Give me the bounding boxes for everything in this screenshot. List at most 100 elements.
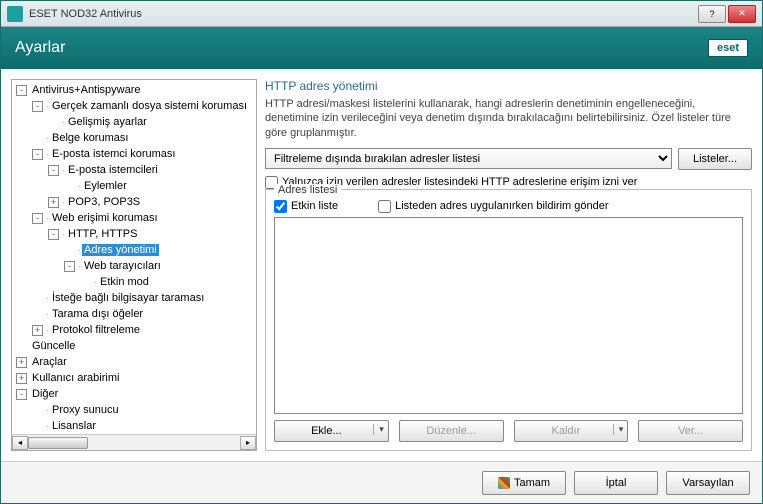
collapse-icon[interactable]: - xyxy=(64,261,75,272)
tree-item[interactable]: -·Web tarayıcıları xyxy=(12,258,256,274)
tree-spacer xyxy=(32,421,43,432)
tree-item-label: Protokol filtreleme xyxy=(50,324,142,336)
tree-connector: · xyxy=(78,261,80,271)
tree-item-label: Tarama dışı öğeler xyxy=(50,308,145,320)
tree-spacer xyxy=(32,133,43,144)
settings-tree[interactable]: -Antivirus+Antispyware-·Gerçek zamanlı d… xyxy=(12,80,256,434)
notify-row[interactable]: Listeden adres uygulanırken bildirim gön… xyxy=(378,200,608,213)
tree-item-label: Eylemler xyxy=(82,180,129,192)
tree-item[interactable]: +·Protokol filtreleme xyxy=(12,322,256,338)
uac-shield-icon xyxy=(498,477,510,489)
tree-item[interactable]: ·Proxy sunucu xyxy=(12,402,256,418)
tree-item[interactable]: -·Gerçek zamanlı dosya sistemi koruması xyxy=(12,98,256,114)
lists-button[interactable]: Listeler... xyxy=(678,148,752,170)
collapse-icon[interactable]: - xyxy=(32,213,43,224)
expand-icon[interactable]: + xyxy=(48,197,59,208)
tree-item[interactable]: +Kullanıcı arabirimi xyxy=(12,370,256,386)
tree-item[interactable]: +Araçlar xyxy=(12,354,256,370)
expand-icon[interactable]: + xyxy=(16,373,27,384)
tree-scrollbar[interactable]: ◂ ▸ xyxy=(12,434,256,450)
tree-spacer xyxy=(32,405,43,416)
help-button[interactable]: ? xyxy=(698,5,726,23)
collapse-icon[interactable]: - xyxy=(32,149,43,160)
tree-item[interactable]: ·Tarama dışı öğeler xyxy=(12,306,256,322)
tree-item-label: Proxy sunucu xyxy=(50,404,121,416)
tree-item[interactable]: ·Adres yönetimi xyxy=(12,242,256,258)
address-list-fieldset: Adres listesi Etkin liste Listeden adres… xyxy=(265,189,752,451)
ok-button[interactable]: Tamam xyxy=(482,471,566,495)
active-list-checkbox[interactable] xyxy=(274,200,287,213)
collapse-icon[interactable]: - xyxy=(48,165,59,176)
tree-item-label: E-posta istemci koruması xyxy=(50,148,177,160)
edit-button[interactable]: Düzenle... xyxy=(399,420,504,442)
tree-connector: · xyxy=(62,229,64,239)
close-button[interactable]: ✕ xyxy=(728,5,756,23)
tree-item[interactable]: Güncelle xyxy=(12,338,256,354)
tree-item[interactable]: -·E-posta istemci koruması xyxy=(12,146,256,162)
tree-item-label: Diğer xyxy=(30,388,60,400)
collapse-icon[interactable]: - xyxy=(32,101,43,112)
tree-item[interactable]: ·Lisanslar xyxy=(12,418,256,434)
expand-icon[interactable]: + xyxy=(32,325,43,336)
dialog-footer: Tamam İptal Varsayılan xyxy=(1,461,762,503)
scroll-left-button[interactable]: ◂ xyxy=(12,436,28,450)
tree-item[interactable]: -Antivirus+Antispyware xyxy=(12,82,256,98)
tree-item[interactable]: -·Web erişimi koruması xyxy=(12,210,256,226)
tree-connector: · xyxy=(62,197,64,207)
tree-item-label: Belge koruması xyxy=(50,132,130,144)
tree-spacer xyxy=(16,341,27,352)
tree-item[interactable]: ·Belge koruması xyxy=(12,130,256,146)
tree-item[interactable]: ·Eylemler xyxy=(12,178,256,194)
tree-item-label: HTTP, HTTPS xyxy=(66,228,139,240)
scroll-right-button[interactable]: ▸ xyxy=(240,436,256,450)
tree-item-label: E-posta istemcileri xyxy=(66,164,160,176)
tree-item[interactable]: -Diğer xyxy=(12,386,256,402)
export-button[interactable]: Ver... xyxy=(638,420,743,442)
tree-connector: · xyxy=(78,181,80,191)
notify-checkbox[interactable] xyxy=(378,200,391,213)
fieldset-legend: Adres listesi xyxy=(274,184,341,196)
tree-spacer xyxy=(80,277,91,288)
tree-item[interactable]: ·Etkin mod xyxy=(12,274,256,290)
remove-button[interactable]: Kaldır xyxy=(514,420,629,442)
scroll-thumb[interactable] xyxy=(28,437,88,449)
tree-connector: · xyxy=(46,101,48,111)
notify-label: Listeden adres uygulanırken bildirim gön… xyxy=(395,200,608,212)
tree-connector: · xyxy=(46,293,48,303)
cancel-button[interactable]: İptal xyxy=(574,471,658,495)
header-title: Ayarlar xyxy=(15,39,65,57)
ok-label: Tamam xyxy=(514,477,550,489)
header-bar: Ayarlar eset xyxy=(1,27,762,69)
list-type-combo[interactable]: Filtreleme dışında bırakılan adresler li… xyxy=(265,148,672,169)
tree-connector: · xyxy=(62,165,64,175)
active-list-label: Etkin liste xyxy=(291,200,338,212)
tree-connector: · xyxy=(46,325,48,335)
tree-item-label: Antivirus+Antispyware xyxy=(30,84,143,96)
collapse-icon[interactable]: - xyxy=(16,85,27,96)
tree-connector: · xyxy=(78,245,80,255)
tree-item[interactable]: +·POP3, POP3S xyxy=(12,194,256,210)
eset-logo: eset xyxy=(708,39,748,57)
collapse-icon[interactable]: - xyxy=(48,229,59,240)
tree-item-label: Adres yönetimi xyxy=(82,244,159,256)
main-panel: HTTP adres yönetimi HTTP adresi/maskesi … xyxy=(265,79,752,451)
address-listbox[interactable] xyxy=(274,217,743,414)
tree-connector: · xyxy=(46,133,48,143)
tree-item-label: Web erişimi koruması xyxy=(50,212,160,224)
expand-icon[interactable]: + xyxy=(16,357,27,368)
scroll-track[interactable] xyxy=(28,436,240,450)
tree-spacer xyxy=(64,245,75,256)
collapse-icon[interactable]: - xyxy=(16,389,27,400)
tree-connector: · xyxy=(46,405,48,415)
default-button[interactable]: Varsayılan xyxy=(666,471,750,495)
section-title: HTTP adres yönetimi xyxy=(265,79,752,93)
add-button[interactable]: Ekle... xyxy=(274,420,389,442)
titlebar[interactable]: ESET NOD32 Antivirus ? ✕ xyxy=(1,1,762,27)
active-list-row[interactable]: Etkin liste xyxy=(274,200,338,213)
tree-item[interactable]: -·HTTP, HTTPS xyxy=(12,226,256,242)
tree-item[interactable]: ·Gelişmiş ayarlar xyxy=(12,114,256,130)
tree-item[interactable]: ·İsteğe bağlı bilgisayar taraması xyxy=(12,290,256,306)
tree-item[interactable]: -·E-posta istemcileri xyxy=(12,162,256,178)
window-title: ESET NOD32 Antivirus xyxy=(29,8,698,20)
tree-item-label: Güncelle xyxy=(30,340,77,352)
